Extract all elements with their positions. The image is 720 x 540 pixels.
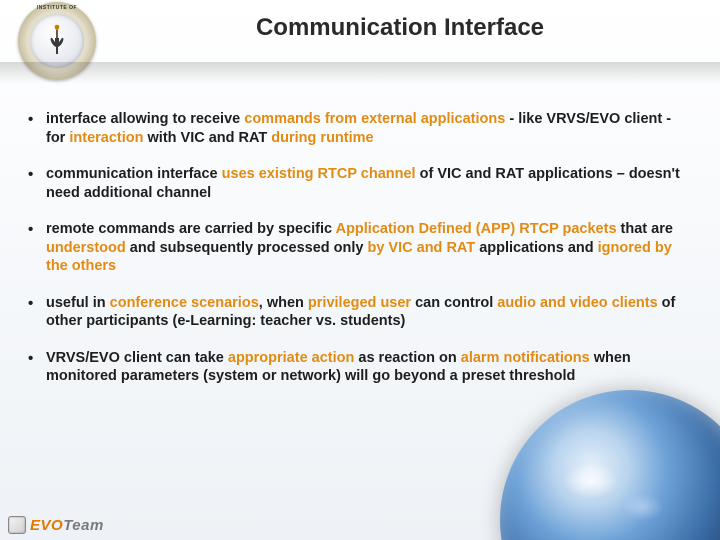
body-text: and subsequently processed only	[126, 240, 368, 256]
body-text: interface allowing to receive	[46, 111, 244, 127]
highlight-text: by VIC and RAT	[367, 240, 475, 256]
highlight-text: commands from external applications	[244, 111, 505, 127]
footer-text: EVOTeam	[30, 517, 104, 534]
highlight-text: during runtime	[271, 130, 373, 146]
footer-badge-icon	[8, 516, 26, 534]
footer-team: Team	[63, 517, 104, 534]
slide-title: Communication Interface	[120, 14, 680, 42]
footer-logo: EVOTeam	[8, 516, 104, 534]
highlight-text: privileged user	[308, 295, 411, 311]
body-text: as reaction on	[354, 350, 460, 366]
highlight-text: alarm notifications	[461, 350, 590, 366]
footer-evo: EVO	[30, 517, 63, 534]
bullet-item: remote commands are carried by specific …	[24, 220, 680, 276]
bullet-item: interface allowing to receive commands f…	[24, 110, 680, 147]
highlight-text: conference scenarios	[110, 295, 259, 311]
torch-hands-icon	[45, 24, 69, 58]
body-text: can control	[411, 295, 497, 311]
body-text: useful in	[46, 295, 110, 311]
body-text: remote commands are carried by specific	[46, 221, 336, 237]
highlight-text: appropriate action	[228, 350, 355, 366]
body-text: with VIC and RAT	[143, 130, 271, 146]
body-text: VRVS/EVO client can take	[46, 350, 228, 366]
bullet-item: VRVS/EVO client can take appropriate act…	[24, 349, 680, 386]
body-text: that are	[617, 221, 673, 237]
highlight-text: understood	[46, 240, 126, 256]
content-area: interface allowing to receive commands f…	[24, 110, 680, 404]
body-text: communication interface	[46, 166, 222, 182]
logo-inner	[30, 14, 84, 68]
logo-top-text: INSTITUTE OF	[18, 5, 96, 11]
highlight-text: uses existing RTCP channel	[222, 166, 416, 182]
header: INSTITUTE OF Communication Interface	[0, 0, 720, 88]
bullet-item: communication interface uses existing RT…	[24, 165, 680, 202]
body-text: applications and	[475, 240, 597, 256]
bullet-list: interface allowing to receive commands f…	[24, 110, 680, 386]
globe-icon	[500, 390, 720, 540]
slide: INSTITUTE OF Communication Interface int…	[0, 0, 720, 540]
bullet-item: useful in conference scenarios, when pri…	[24, 294, 680, 331]
header-shadow	[0, 62, 720, 84]
body-text: , when	[259, 295, 308, 311]
highlight-text: audio and video clients	[497, 295, 657, 311]
highlight-text: interaction	[69, 130, 143, 146]
highlight-text: Application Defined (APP) RTCP packets	[336, 221, 617, 237]
